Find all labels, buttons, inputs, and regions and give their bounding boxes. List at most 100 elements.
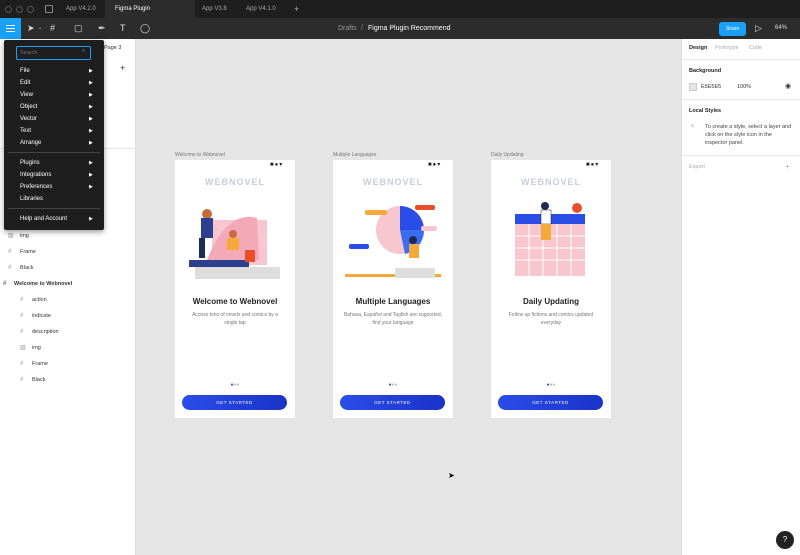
frame-icon: #	[20, 377, 24, 383]
layer-item[interactable]: img	[20, 233, 29, 239]
tab-figma-plugin-recommend[interactable]: Figma Plugin Recommend ×	[105, 0, 195, 30]
frame-title: Daily Updating	[522, 297, 579, 306]
get-started-button[interactable]: GET STARTED	[340, 395, 445, 410]
new-tab-button[interactable]: +	[284, 0, 309, 18]
get-started-button[interactable]: GET STARTED	[182, 395, 287, 410]
layer-item[interactable]: Black	[32, 377, 45, 383]
cursor-icon: ➤	[448, 471, 455, 480]
menu-item-text[interactable]: Text	[20, 128, 31, 134]
zoom-level[interactable]: 64%	[775, 18, 787, 39]
menu-item-edit[interactable]: Edit	[20, 80, 30, 86]
submenu-arrow-icon: ▶	[89, 68, 93, 74]
frame-label[interactable]: Daily Updating	[491, 152, 524, 158]
frame-description: Follow up fictions and comics updated ev…	[508, 312, 594, 326]
maximize-window-button[interactable]	[27, 6, 34, 13]
menu-icon-line	[6, 28, 15, 29]
webnovel-logo: WEBNOVEL	[520, 177, 581, 187]
comment-tool-icon[interactable]: ◯	[140, 18, 150, 39]
layer-item[interactable]: action	[32, 297, 47, 303]
layer-item[interactable]: indicate	[32, 313, 51, 319]
close-window-button[interactable]	[5, 6, 12, 13]
tab-app-v38[interactable]: App V3.8	[192, 0, 237, 18]
frame-label[interactable]: Welcome to Webnovel	[175, 152, 225, 158]
get-started-button[interactable]: GET STARTED	[498, 395, 603, 410]
frame-icon: #	[3, 281, 7, 287]
submenu-arrow-icon: ▶	[89, 92, 93, 98]
frame-icon: #	[20, 313, 24, 319]
submenu-arrow-icon: ▶	[89, 116, 93, 122]
tab-design[interactable]: Design	[689, 45, 707, 51]
eye-icon[interactable]: ◉	[785, 82, 791, 90]
tab-code[interactable]: Code	[749, 45, 762, 51]
page-indicator: ●●●	[388, 382, 398, 388]
add-page-button[interactable]: +	[120, 63, 125, 73]
local-styles-title: Local Styles	[689, 108, 722, 114]
frame-icon: #	[20, 297, 24, 303]
menu-icon-line	[6, 31, 15, 32]
export-title: Export	[689, 164, 705, 170]
frame-icon: #	[20, 361, 24, 367]
layer-item[interactable]: description	[32, 329, 59, 335]
tab-prototype[interactable]: Prototype	[715, 45, 739, 51]
menu-item-view[interactable]: View	[20, 92, 33, 98]
menu-item-file[interactable]: File	[20, 68, 30, 74]
layer-item[interactable]: Frame	[32, 361, 48, 367]
file-name[interactable]: Figma Plugin Recommend	[368, 18, 450, 39]
pen-tool-icon[interactable]: ✒	[98, 18, 106, 39]
layer-item-parent[interactable]: Welcome to Webnovel	[14, 281, 72, 287]
menu-item-vector[interactable]: Vector	[20, 116, 37, 122]
submenu-arrow-icon: ▶	[89, 128, 93, 134]
title-bar: App V4.2.0 Figma Plugin Recommend × App …	[0, 0, 800, 30]
layer-item[interactable]: Black	[20, 265, 33, 271]
background-swatch[interactable]	[689, 83, 697, 91]
menu-item-libraries[interactable]: Libraries	[20, 196, 43, 202]
menu-item-plugins[interactable]: Plugins	[20, 160, 40, 166]
divider	[682, 59, 800, 60]
background-hex[interactable]: E5E5E5	[701, 84, 721, 90]
languages-illustration	[345, 205, 441, 278]
local-styles-hint: To create a style, select a layer and cl…	[705, 124, 792, 146]
frame-daily-updating[interactable]: ■●▾ WEBNOVEL Daily Updating Follow up fi…	[491, 160, 611, 418]
submenu-arrow-icon: ▶	[89, 104, 93, 110]
move-tool-icon[interactable]: ➤	[27, 18, 35, 39]
chevron-down-icon[interactable]: ⌄	[38, 18, 42, 39]
toolbar: ➤ ⌄ # ▢ ✒ T ◯ Drafts / Figma Plugin Reco…	[0, 18, 800, 52]
frame-label[interactable]: Multiple Languages	[333, 152, 376, 158]
welcome-illustration	[189, 209, 280, 279]
image-icon: ▨	[20, 345, 26, 351]
breadcrumb-parent[interactable]: Drafts	[338, 18, 357, 39]
grid-icon[interactable]	[45, 5, 53, 13]
frame-description: Bahasa, Español and Tagllsh are supporte…	[343, 312, 443, 326]
menu-item-integrations[interactable]: Integrations	[20, 172, 51, 178]
search-icon: ⌕	[82, 48, 86, 54]
frame-welcome[interactable]: ■●▾ WEBNOVEL Welcome to Webnovel Access …	[175, 160, 295, 418]
menu-item-arrange[interactable]: Arrange	[20, 140, 41, 146]
menu-item-preferences[interactable]: Preferences	[20, 184, 52, 190]
text-tool-icon[interactable]: T	[120, 18, 126, 39]
tab-app-v410[interactable]: App V4.1.0	[236, 0, 286, 18]
frame-languages[interactable]: ■●▾ WEBNOVEL Multiple Languages Bahasa, …	[333, 160, 453, 418]
main-menu-button[interactable]	[0, 18, 21, 39]
menu-item-help-account[interactable]: Help and Account	[20, 216, 67, 222]
share-button[interactable]: Share	[719, 22, 746, 36]
webnovel-logo: WEBNOVEL	[204, 177, 265, 187]
frame-icon: #	[20, 329, 24, 335]
shape-tool-icon[interactable]: ▢	[74, 18, 83, 39]
background-opacity[interactable]: 100%	[737, 84, 751, 90]
frame-tool-icon[interactable]: #	[50, 18, 55, 39]
menu-item-object[interactable]: Object	[20, 104, 37, 110]
background-title: Background	[689, 68, 722, 74]
tab-app-v420[interactable]: App V4.2.0	[56, 0, 106, 18]
layer-item[interactable]: Frame	[20, 249, 36, 255]
minimize-window-button[interactable]	[16, 6, 23, 13]
help-button[interactable]: ?	[776, 531, 794, 549]
add-export-button[interactable]: +	[785, 162, 790, 171]
image-icon: ▨	[8, 233, 14, 239]
layer-item[interactable]: img	[32, 345, 41, 351]
page-selector[interactable]: Page 3	[104, 45, 121, 51]
submenu-arrow-icon: ▶	[89, 172, 93, 178]
frame-description: Access tons of novels and comics by a si…	[192, 312, 278, 326]
divider	[682, 99, 800, 100]
menu-search-input[interactable]	[16, 46, 91, 60]
present-icon[interactable]: ▷	[755, 18, 762, 39]
